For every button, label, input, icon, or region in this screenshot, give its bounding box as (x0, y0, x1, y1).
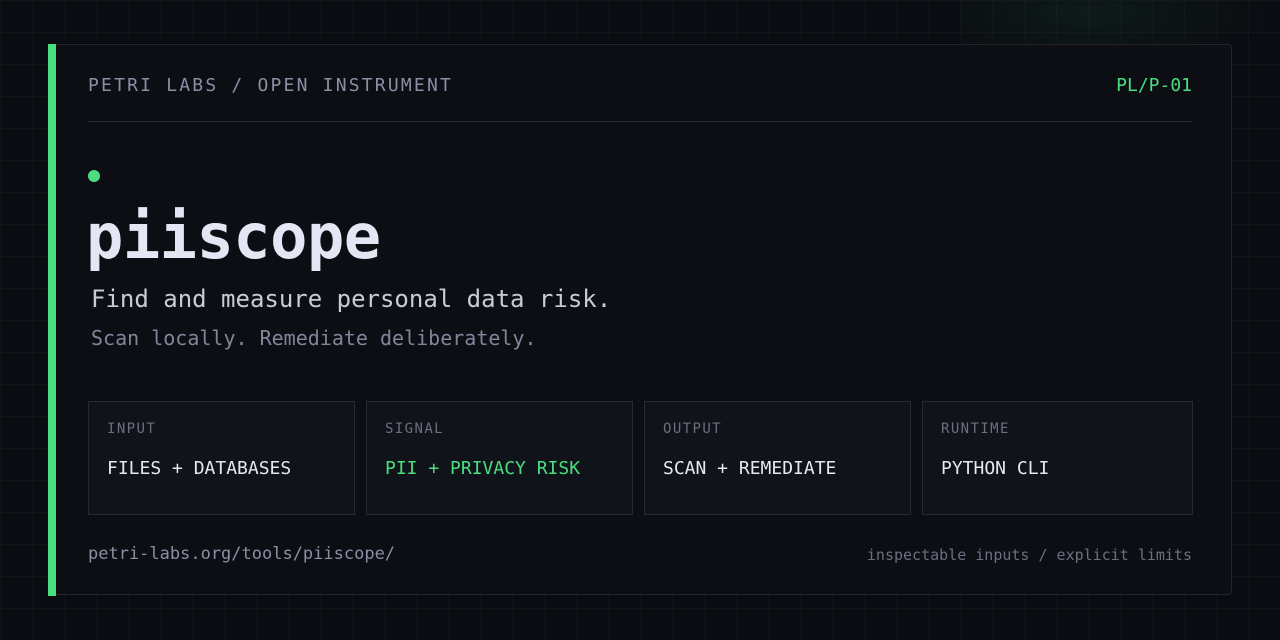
card-header: PETRI LABS / OPEN INSTRUMENT PL/P-01 (88, 74, 1192, 98)
header-divider (88, 121, 1192, 122)
spec-label: INPUT (107, 421, 157, 437)
spec-box-output: OUTPUT SCAN + REMEDIATE (644, 401, 911, 515)
project-title: piiscope (86, 200, 381, 273)
spec-value: SCAN + REMEDIATE (663, 458, 837, 479)
brand-label: PETRI LABS / OPEN INSTRUMENT (88, 75, 454, 96)
spec-value: PII + PRIVACY RISK (385, 458, 581, 479)
status-dot-icon (88, 170, 100, 182)
card-accent-bar (48, 44, 56, 596)
project-tagline: Find and measure personal data risk. (91, 285, 612, 313)
project-url: petri-labs.org/tools/piiscope/ (88, 544, 396, 564)
project-code: PL/P-01 (1116, 75, 1192, 96)
spec-label: RUNTIME (941, 421, 1010, 437)
footer-note: inspectable inputs / explicit limits (866, 546, 1192, 564)
spec-value: FILES + DATABASES (107, 458, 292, 479)
spec-box-signal: SIGNAL PII + PRIVACY RISK (366, 401, 633, 515)
spec-label: SIGNAL (385, 421, 444, 437)
project-subtagline: Scan locally. Remediate deliberately. (91, 326, 537, 350)
spec-box-input: INPUT FILES + DATABASES (88, 401, 355, 515)
spec-value: PYTHON CLI (941, 458, 1050, 479)
spec-label: OUTPUT (663, 421, 722, 437)
spec-box-runtime: RUNTIME PYTHON CLI (922, 401, 1193, 515)
